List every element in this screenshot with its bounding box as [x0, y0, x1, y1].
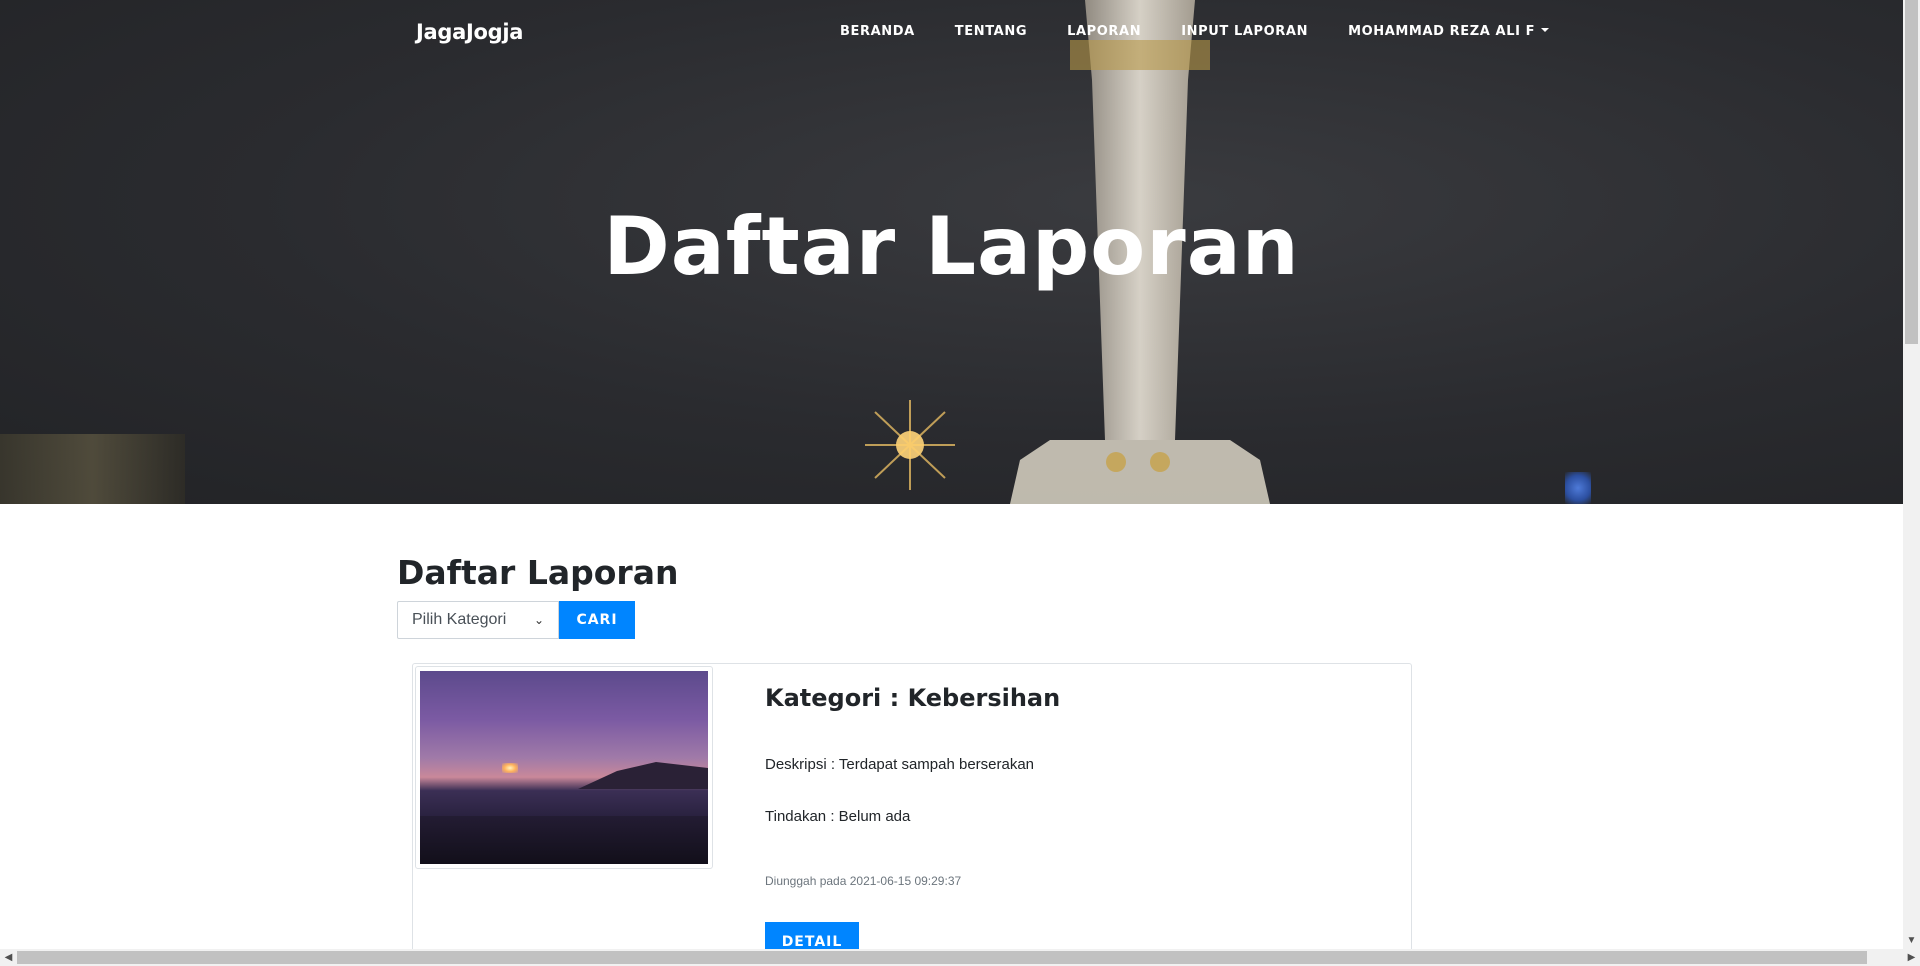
report-description: Deskripsi : Terdapat sampah berserakan	[765, 756, 1035, 773]
horizontal-scrollbar[interactable]: ◀ ▶	[0, 949, 1920, 966]
nav-laporan[interactable]: LAPORAN	[1047, 24, 1161, 39]
category-select[interactable]: Pilih Kategori ⌄	[397, 601, 559, 639]
street-light-glow	[865, 400, 955, 490]
hero-title: Daftar Laporan	[603, 200, 1300, 293]
scroll-left-arrow-icon[interactable]: ◀	[0, 949, 17, 966]
category-select-value: Pilih Kategori	[412, 611, 507, 628]
background-banner	[0, 434, 185, 504]
sunset-photo	[420, 671, 708, 864]
filter-form: Pilih Kategori ⌄ CARI	[397, 601, 635, 639]
user-menu-dropdown[interactable]: MOHAMMAD REZA ALI F	[1328, 24, 1569, 39]
shore	[420, 816, 708, 864]
horizontal-scrollbar-thumb[interactable]	[17, 951, 1867, 964]
nav-links: BERANDA TENTANG LAPORAN INPUT LAPORAN MO…	[820, 24, 1569, 39]
report-card-body: Kategori : Kebersihan Deskripsi : Terdap…	[765, 684, 1061, 961]
hill	[578, 762, 708, 789]
sun	[502, 763, 518, 773]
background-light	[1565, 472, 1591, 504]
search-button[interactable]: CARI	[559, 601, 635, 639]
vertical-scrollbar-thumb[interactable]	[1905, 0, 1918, 344]
caret-down-icon	[1541, 28, 1550, 32]
scroll-down-arrow-icon[interactable]: ▼	[1903, 932, 1920, 949]
nav-beranda[interactable]: BERANDA	[820, 24, 935, 39]
report-action: Tindakan : Belum ada	[765, 808, 911, 825]
user-name: MOHAMMAD REZA ALI F	[1348, 24, 1536, 39]
report-uploaded-at: Diunggah pada 2021-06-15 09:29:37	[765, 874, 962, 888]
vertical-scrollbar[interactable]: ▼	[1903, 0, 1920, 949]
report-image[interactable]	[415, 666, 713, 869]
navbar: JagaJogja BERANDA TENTANG LAPORAN INPUT …	[0, 0, 1903, 66]
scroll-right-arrow-icon[interactable]: ▶	[1903, 949, 1920, 966]
brand-logo[interactable]: JagaJogja	[416, 20, 523, 44]
report-category: Kategori : Kebersihan	[765, 684, 1061, 712]
report-card: Kategori : Kebersihan Deskripsi : Terdap…	[412, 663, 1412, 966]
hero-banner: JagaJogja BERANDA TENTANG LAPORAN INPUT …	[0, 0, 1903, 504]
nav-tentang[interactable]: TENTANG	[935, 24, 1047, 39]
page-title: Daftar Laporan	[397, 553, 679, 592]
nav-input-laporan[interactable]: INPUT LAPORAN	[1161, 24, 1328, 39]
chevron-down-icon: ⌄	[533, 613, 544, 627]
